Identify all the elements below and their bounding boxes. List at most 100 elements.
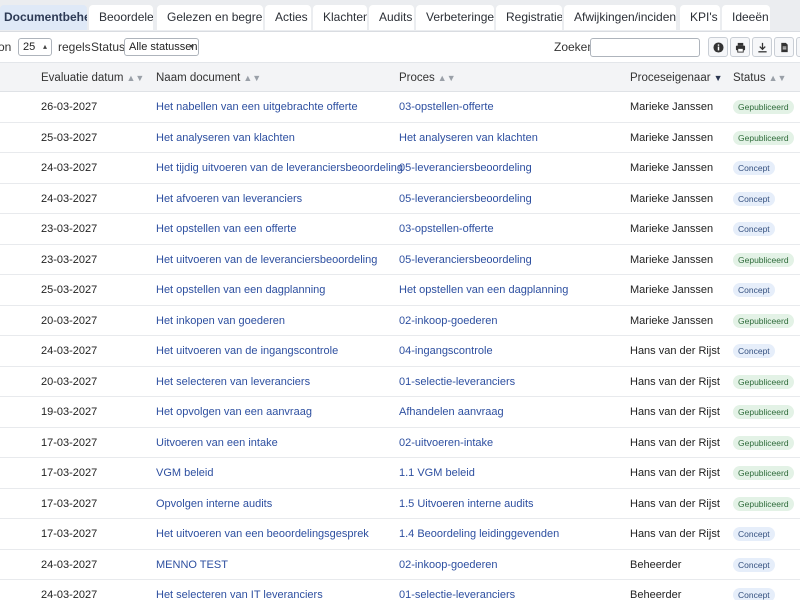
proces-link[interactable]: 1.1 VGM beleid: [399, 467, 475, 479]
document-link[interactable]: Het uitvoeren van de leveranciersbeoorde…: [156, 254, 377, 266]
status-badge: Concept: [733, 588, 775, 600]
proces-link[interactable]: 01-selectie-leveranciers: [399, 589, 515, 600]
column-header-naam-document[interactable]: Naam document ▲▼: [156, 72, 261, 84]
column-header-proces[interactable]: Proces ▲▼: [399, 72, 456, 84]
tab-gelezen-en-begrepen[interactable]: Gelezen en begrepen: [157, 5, 263, 30]
evaluatie-datum-cell: 17-03-2027: [41, 528, 98, 540]
proces-link[interactable]: 05-leveranciersbeoordeling: [399, 193, 532, 205]
proces-link[interactable]: Afhandelen aanvraag: [399, 406, 504, 418]
proces-link[interactable]: Het analyseren van klachten: [399, 132, 538, 144]
tab-afwijkingen-incidenten[interactable]: Afwijkingen/incidenten: [564, 5, 676, 30]
print-button[interactable]: [730, 37, 750, 57]
tab-registraties[interactable]: Registraties: [496, 5, 562, 30]
table-row[interactable]: 24-03-2027 MENNO TEST 02-inkoop-goederen Be…: [0, 549, 800, 580]
proces-link[interactable]: 1.5 Uitvoeren interne audits: [399, 498, 534, 510]
evaluatie-datum-cell: 17-03-2027: [41, 497, 98, 510]
document-link[interactable]: Opvolgen interne audits: [156, 498, 272, 510]
document-link[interactable]: Het afvoeren van leveranciers: [156, 193, 302, 205]
table-row[interactable]: 23-03-2027 Het uitvoeren van de leveranci…: [0, 244, 800, 275]
document-link[interactable]: Het opvolgen van een aanvraag: [156, 406, 312, 418]
proces-link[interactable]: 03-opstellen-offerte: [399, 223, 494, 235]
status-badge: Concept: [733, 527, 775, 541]
tab-audits[interactable]: Audits: [369, 5, 414, 30]
sort-desc-icon: ▼: [713, 73, 723, 83]
status-filter-label: Status:: [91, 40, 129, 54]
proceseigenaar-cell: Marieke Janssen: [630, 101, 714, 113]
tab-verbeteringen[interactable]: Verbeteringen: [416, 5, 494, 30]
column-header-label: Evaluatie datum: [41, 72, 124, 84]
table-row[interactable]: 19-03-2027 Het opvolgen van een aanvraag A…: [0, 397, 800, 428]
proces-link[interactable]: 05-leveranciersbeoordeling: [399, 254, 532, 266]
table-row[interactable]: 17-03-2027 Het uitvoeren van een beoordel…: [0, 519, 800, 550]
tab-label: Registraties: [506, 10, 562, 24]
status-badge: Concept: [733, 191, 775, 206]
table-row[interactable]: 17-03-2027 Opvolgen interne audits 1.5 Uit…: [0, 488, 800, 519]
document-link[interactable]: Het opstellen van een offerte: [156, 223, 296, 235]
proces-link[interactable]: 1.4 Beoordeling leidinggevenden: [399, 528, 559, 540]
table-row[interactable]: 25-03-2027 Het opstellen van een dagplann…: [0, 275, 800, 306]
tab-klachten[interactable]: Klachten: [313, 5, 367, 30]
tab-label: Beoordelen: [99, 10, 153, 24]
table-row[interactable]: 20-03-2027 Het selecteren van leverancier…: [0, 366, 800, 397]
document-link[interactable]: Het analyseren van klachten: [156, 132, 295, 144]
table-row[interactable]: 24-03-2027 Het selecteren van IT leveranc…: [0, 580, 800, 600]
table-row[interactable]: 24-03-2027 Het afvoeren van leveranciers 0…: [0, 183, 800, 214]
column-header-evaluatie-datum[interactable]: Evaluatie datum ▲▼: [41, 72, 144, 84]
document-link[interactable]: Het selecteren van leveranciers: [156, 376, 310, 388]
proces-link[interactable]: 03-opstellen-offerte: [399, 101, 494, 113]
proces-link[interactable]: 02-inkoop-goederen: [399, 559, 497, 571]
document-link[interactable]: Het uitvoeren van een beoordelingsgespre…: [156, 528, 369, 540]
table-row[interactable]: 26-03-2027 Het nabellen van een uitgebrac…: [0, 92, 800, 123]
document-link[interactable]: Het nabellen van een uitgebrachte offert…: [156, 101, 358, 113]
proces-link[interactable]: 05-leveranciersbeoordeling: [399, 162, 532, 174]
status-badge: Concept: [733, 557, 775, 572]
table-row[interactable]: 24-03-2027 Het tijdig uitvoeren van de le…: [0, 153, 800, 184]
column-header-proceseigenaar[interactable]: Proceseigenaar ▼: [630, 72, 722, 84]
tab-label: Gelezen en begrepen: [167, 10, 263, 24]
column-header-label: Proces: [399, 72, 435, 84]
table-row[interactable]: 24-03-2027 Het uitvoeren van de ingangsco…: [0, 336, 800, 367]
document-link[interactable]: Het inkopen van goederen: [156, 315, 285, 327]
evaluatie-datum-cell: 19-03-2027: [41, 406, 98, 418]
export-file-button[interactable]: [774, 37, 794, 57]
more-button[interactable]: [796, 37, 800, 57]
tab-label: Afwijkingen/incidenten: [574, 10, 676, 24]
document-link[interactable]: Het opstellen van een dagplanning: [156, 284, 325, 296]
table-row[interactable]: 25-03-2027 Het analyseren van klachten Het…: [0, 122, 800, 153]
page-length-select[interactable]: 25 ▴: [18, 38, 52, 56]
search-input[interactable]: [590, 38, 700, 57]
tab-beoordelen[interactable]: Beoordelen: [89, 5, 153, 30]
table-row[interactable]: 17-03-2027 VGM beleid 1.1 VGM beleid Hans v…: [0, 458, 800, 489]
tab-ideeen[interactable]: Ideeën: [722, 5, 770, 30]
proces-link[interactable]: Het opstellen van een dagplanning: [399, 284, 568, 296]
status-badge: Gepubliceerd: [733, 252, 794, 267]
evaluatie-datum-cell: 23-03-2027: [41, 223, 98, 235]
proces-link[interactable]: 04-ingangscontrole: [399, 345, 493, 357]
column-header-status[interactable]: Status ▲▼: [733, 72, 786, 84]
table-row[interactable]: 20-03-2027 Het inkopen van goederen 02-ink…: [0, 305, 800, 336]
tab-kpis[interactable]: KPI's: [680, 5, 720, 30]
document-link[interactable]: Het uitvoeren van de ingangscontrole: [156, 345, 338, 357]
length-suffix-text: regels: [58, 40, 91, 54]
proces-link[interactable]: 02-inkoop-goederen: [399, 315, 497, 327]
length-prefix-text: on: [0, 40, 12, 54]
evaluatie-datum-cell: 17-03-2027: [41, 467, 98, 479]
proces-link[interactable]: 02-uitvoeren-intake: [399, 437, 493, 449]
document-link[interactable]: VGM beleid: [156, 467, 213, 479]
table-row[interactable]: 23-03-2027 Het opstellen van een offerte 0…: [0, 214, 800, 245]
table-row[interactable]: 17-03-2027 Uitvoeren van een intake 02-uit…: [0, 427, 800, 458]
document-link[interactable]: Het selecteren van IT leveranciers: [156, 589, 323, 600]
document-link[interactable]: MENNO TEST: [156, 559, 228, 571]
proces-link[interactable]: 01-selectie-leveranciers: [399, 376, 515, 388]
status-filter-select[interactable]: Alle statussen ▾: [124, 38, 199, 56]
document-link[interactable]: Uitvoeren van een intake: [156, 437, 278, 449]
proceseigenaar-cell: Hans van der Rijst: [630, 497, 720, 510]
tab-acties[interactable]: Acties: [265, 5, 311, 30]
download-button[interactable]: [752, 37, 772, 57]
tab-documentbeheer[interactable]: Documentbeheer: [0, 5, 87, 30]
info-button[interactable]: [708, 37, 728, 57]
sort-icon: ▲▼: [437, 73, 456, 83]
document-link[interactable]: Het tijdig uitvoeren van de leveranciers…: [156, 162, 403, 174]
print-icon: [735, 42, 746, 53]
status-badge: Gepubliceerd: [733, 466, 794, 480]
